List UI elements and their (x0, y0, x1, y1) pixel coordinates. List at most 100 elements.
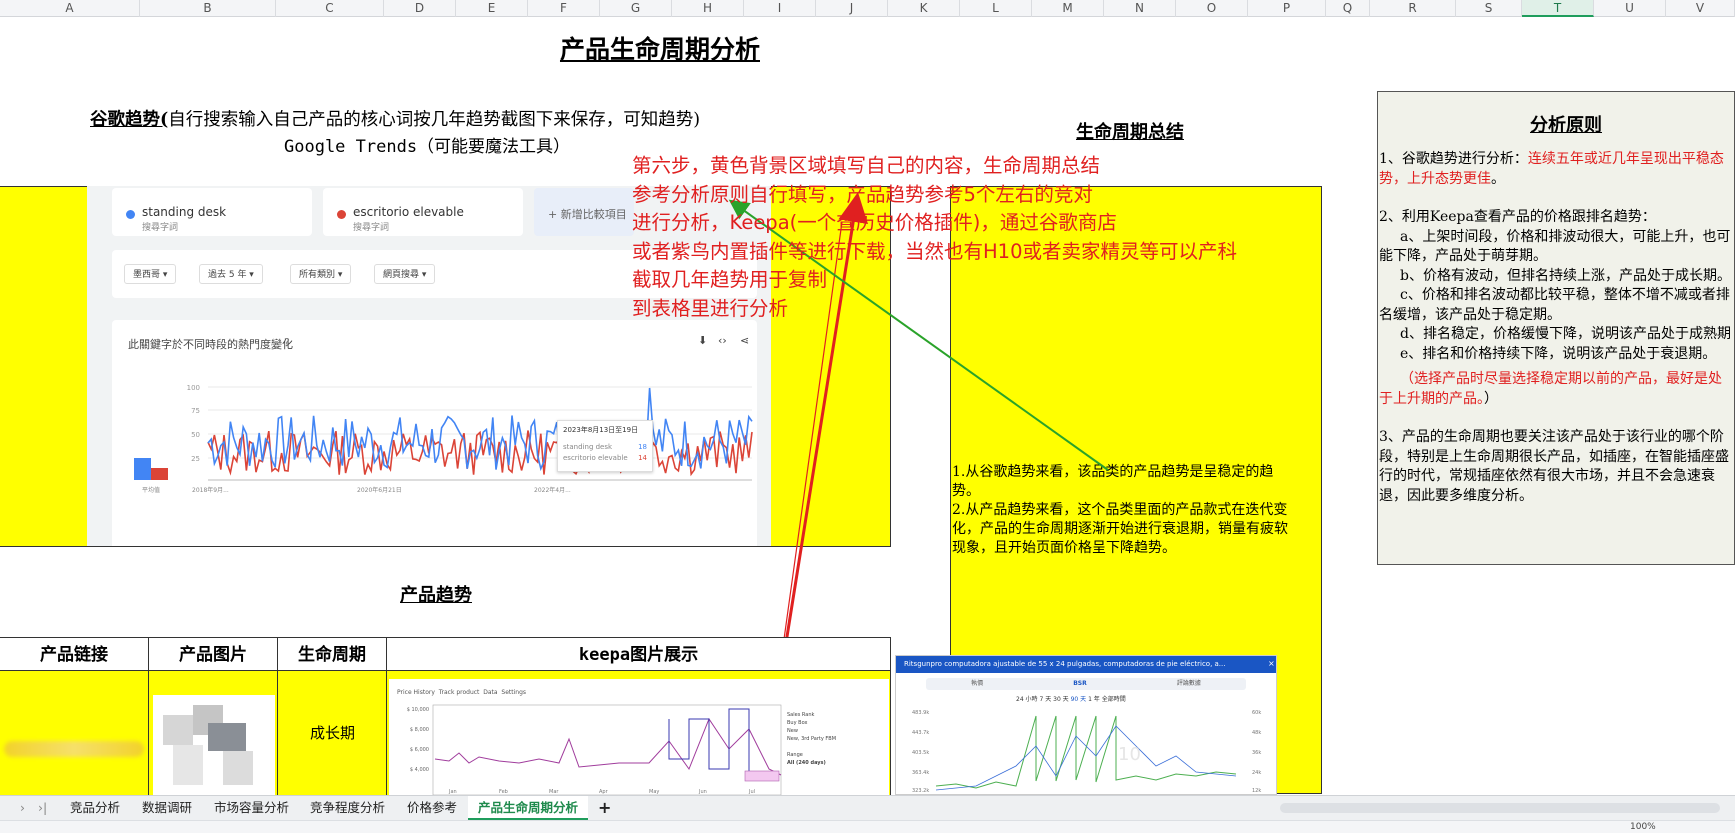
svg-text:483.9k: 483.9k (912, 710, 929, 716)
trends-term1-card: standing desk 搜尋字詞 (112, 188, 312, 236)
principle-1: 1、谷歌趋势进行分析：连续五年或近几年呈现出平稳态势，上升态势更佳。 (1379, 151, 1724, 187)
column-header[interactable]: D (384, 0, 456, 17)
column-header[interactable]: O (1176, 0, 1248, 17)
page-title: 产品生命周期分析 (559, 35, 760, 64)
column-header[interactable]: U (1594, 0, 1666, 17)
svg-text:12k: 12k (1252, 788, 1261, 794)
instruction-line: 或者紫鸟内置插件等进行下载，当然也有H10或者卖家精灵等可以产科 (632, 239, 1237, 263)
column-header[interactable]: J (816, 0, 888, 17)
cell-product-image[interactable] (149, 671, 278, 795)
column-header[interactable]: R (1370, 0, 1456, 17)
product-trend-heading: 产品趋势 (400, 585, 472, 606)
principle-3: 3、产品的生命周期也要关注该产品处于该行业的哪个阶段，特别是上生命周期很长产品，… (1379, 429, 1729, 504)
column-header[interactable]: G (600, 0, 672, 17)
summary-line: 1.从谷歌趋势来看，该品类的产品趋势是呈稳定的趋势。 (952, 464, 1274, 499)
blurred-link (4, 741, 144, 757)
product-image-pixel (163, 715, 193, 745)
sheet-tab-active[interactable]: 产品生命周期分析 (468, 796, 589, 820)
zoom-level[interactable]: 100% (1630, 821, 1656, 833)
column-header[interactable]: P (1248, 0, 1326, 17)
svg-text:24k: 24k (1252, 770, 1261, 776)
trends-term2-card: escritorio elevable 搜尋字詞 (323, 188, 523, 236)
scroll-tabs-last-icon[interactable]: ›| (28, 796, 57, 820)
column-header[interactable]: S (1456, 0, 1522, 17)
table-header-link[interactable]: 产品链接 (0, 637, 149, 671)
column-header[interactable]: F (528, 0, 600, 17)
svg-text:403.5k: 403.5k (912, 750, 929, 756)
svg-text:$ 10,000: $ 10,000 (407, 707, 429, 713)
add-sheet-button[interactable]: + (588, 796, 621, 820)
column-header[interactable]: C (276, 0, 384, 17)
svg-text:363.4k: 363.4k (912, 770, 929, 776)
sheet-tab[interactable]: 竞争程度分析 (300, 796, 395, 820)
y-tick: 75 (191, 407, 200, 415)
principle-2c: c、价格和排名波动都比较平稳，整体不增不减或者排名缓增，该产品处于稳定期。 (1379, 287, 1730, 323)
tooltip-row: escritorio elevable 14 (563, 454, 647, 462)
trends-term1: standing desk (142, 205, 227, 219)
table-header-image[interactable]: 产品图片 (149, 637, 278, 671)
principles-text: 1、谷歌趋势进行分析：连续五年或近几年呈现出平稳态势，上升态势更佳。 2、利用K… (1379, 150, 1731, 506)
y-tick: 100 (187, 384, 200, 392)
instruction-note: 第六步，黄色背景区域填写自己的内容，生命周期总结 参考分析原则自行填写，产品趋势… (632, 152, 1312, 323)
cell-lifecycle[interactable]: 成长期 (278, 671, 387, 795)
trends-term1-sub: 搜尋字詞 (142, 223, 179, 233)
keepa1-legend: Sales Rank Buy Box New New, 3rd Party FB… (787, 712, 837, 766)
column-header[interactable]: A (0, 0, 140, 17)
principle-2b: b、价格有波动，但排名持续上涨，产品处于成长期。 (1400, 267, 1731, 284)
x-tick: 2018年9月... (192, 486, 229, 494)
column-header-selected[interactable]: T (1522, 0, 1594, 17)
svg-text:443.7k: 443.7k (912, 730, 929, 736)
y-tick: 25 (191, 455, 200, 463)
instruction-line: 第六步，黄色背景区域填写自己的内容，生命周期总结 (632, 154, 1101, 177)
principle-2-note: （选择产品时尽量选择稳定期以前的产品，最好是处于上升期的产品。） (1379, 371, 1722, 407)
svg-text:48k: 48k (1252, 730, 1261, 736)
x-tick: 2020年6月21日 (357, 486, 402, 494)
trends-term2: escritorio elevable (353, 205, 464, 219)
filter-time: 過去 5 年 ▾ (199, 264, 263, 284)
table-header-keepa[interactable]: keepa图片展示 (387, 637, 891, 671)
avg-bar-term2 (151, 468, 168, 480)
summary-text[interactable]: 1.从谷歌趋势来看，该品类的产品趋势是呈稳定的趋势。 2.从产品趋势来看，这个品… (952, 463, 1292, 558)
column-header[interactable]: N (1104, 0, 1176, 17)
instruction-line: 进行分析，Keepa(一个查历史价格插件)，通过谷歌商店 (632, 211, 1117, 234)
horizontal-scrollbar[interactable] (1280, 803, 1720, 813)
product-image-pixel (173, 745, 203, 785)
filter-region: 墨西哥 ▾ (124, 264, 177, 284)
cell-keepa[interactable]: Price History Track product Data Setting… (387, 671, 891, 795)
principle-2: 2、利用Keepa查看产品的价格跟排名趋势： (1379, 209, 1656, 225)
product-image-pixel (223, 751, 253, 785)
svg-text:60k: 60k (1252, 710, 1261, 716)
filter-search-type: 網頁搜尋 ▾ (374, 264, 436, 284)
column-header[interactable]: M (1032, 0, 1104, 17)
principle-2e: e、排名和价格持续下降，说明该产品处于衰退期。 (1400, 345, 1717, 362)
sheet-tab[interactable]: 数据调研 (132, 796, 202, 820)
column-header[interactable]: I (744, 0, 816, 17)
principle-2d: d、排名稳定，价格缓慢下降，说明该产品处于成熟期 (1400, 326, 1731, 342)
svg-text:$ 8,000: $ 8,000 (410, 727, 429, 733)
column-header[interactable]: B (140, 0, 276, 17)
table-header-lifecycle[interactable]: 生命周期 (278, 637, 387, 671)
keepa2-watermark: 10 (1118, 744, 1141, 765)
add-compare-label: + 新增比較項目 (548, 208, 627, 221)
keepa2-chart: 483.9k 443.7k 403.5k 363.4k 323.2k 60k 4… (912, 710, 1261, 794)
column-header[interactable]: Q (1326, 0, 1370, 17)
column-header[interactable]: V (1666, 0, 1735, 17)
column-header[interactable]: E (456, 0, 528, 17)
red-dot-icon (337, 210, 346, 219)
sheet-tab[interactable]: 市场容量分析 (204, 796, 299, 820)
lifecycle-value: 成长期 (309, 724, 355, 742)
sheet-tab[interactable]: 价格参考 (397, 796, 467, 820)
trends-chart-svg: 100 75 50 25 平均值 2018年9月... 2020年6月21日 2… (134, 384, 753, 494)
svg-text:323.2k: 323.2k (912, 788, 929, 794)
x-tick: 2022年4月... (534, 486, 571, 494)
cell-product-link[interactable] (0, 671, 149, 795)
column-header[interactable]: K (888, 0, 960, 17)
trends-heading-underlined: 谷歌趋势( (90, 110, 169, 130)
trends-chart-card: 此關鍵字於不同時段的熱門度變化 ? ⬇ ‹› ⋖ 100 75 50 25 平均… (112, 320, 757, 546)
sheet-tab[interactable]: 竞品分析 (60, 796, 130, 820)
svg-text:36k: 36k (1252, 750, 1261, 756)
summary-heading: 生命周期总结 (1076, 122, 1184, 143)
status-bar: 100% (0, 820, 1735, 833)
column-header[interactable]: L (960, 0, 1032, 17)
column-header[interactable]: H (672, 0, 744, 17)
